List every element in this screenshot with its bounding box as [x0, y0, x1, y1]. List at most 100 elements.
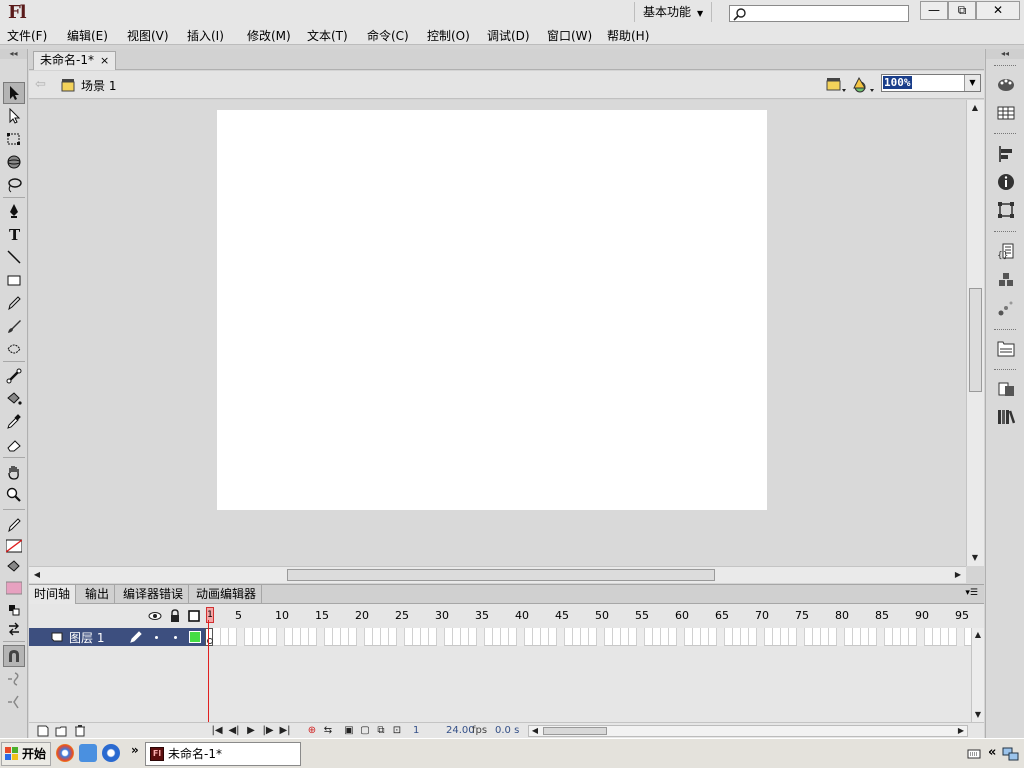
movie-explorer-panel-icon[interactable]	[996, 407, 1016, 427]
menu-edit[interactable]: 编辑(E)	[67, 27, 108, 44]
scroll-right-icon[interactable]: ▶	[955, 724, 967, 738]
timeline-horizontal-scrollbar[interactable]: ◀ ▶	[528, 725, 968, 737]
pen-tool-icon[interactable]	[3, 200, 25, 222]
deco-tool-icon[interactable]	[3, 338, 25, 360]
menu-debug[interactable]: 调试(D)	[487, 27, 530, 44]
scroll-left-icon[interactable]: ◀	[529, 724, 541, 738]
scroll-thumb[interactable]	[969, 288, 982, 392]
info-panel-icon[interactable]	[996, 172, 1016, 192]
go-to-first-frame-icon[interactable]: |◀	[210, 724, 224, 737]
help-search-input[interactable]	[729, 5, 909, 22]
tab-motion-editor[interactable]: 动画编辑器	[191, 585, 263, 604]
3d-rotation-tool-icon[interactable]	[3, 151, 25, 173]
browser-icon[interactable]	[102, 744, 120, 762]
lock-dot[interactable]	[174, 636, 177, 639]
step-back-icon[interactable]: ◀|	[227, 724, 241, 737]
fill-color-swatch[interactable]	[3, 577, 25, 599]
snap-to-objects-icon[interactable]	[3, 645, 25, 667]
panel-menu-icon[interactable]: ▾☰	[965, 588, 978, 598]
empty-keyframe[interactable]	[205, 628, 213, 646]
back-arrow-icon[interactable]: ⇦	[35, 77, 46, 92]
pencil-tool-icon[interactable]	[3, 292, 25, 314]
layer-name[interactable]: 图层 1	[69, 629, 104, 646]
swatches-panel-icon[interactable]	[996, 103, 1016, 123]
timeline-vertical-scrollbar[interactable]: ▲ ▼	[971, 628, 984, 722]
new-folder-icon[interactable]	[55, 725, 67, 737]
align-panel-icon[interactable]	[996, 144, 1016, 164]
step-forward-icon[interactable]: |▶	[261, 724, 275, 737]
close-tab-icon[interactable]: ×	[100, 54, 109, 67]
panel-group-gripper[interactable]	[994, 133, 1016, 136]
keyboard-icon[interactable]	[967, 747, 981, 761]
tab-timeline[interactable]: 时间轴	[29, 585, 77, 604]
subselection-tool-icon[interactable]	[3, 105, 25, 127]
panel-group-gripper[interactable]	[994, 231, 1016, 234]
media-player-icon[interactable]	[56, 744, 74, 762]
edit-multiple-frames-icon[interactable]: ⧉	[374, 724, 388, 737]
scroll-down-icon[interactable]: ▼	[972, 708, 984, 722]
onion-skin-outlines-icon[interactable]: ▢	[358, 724, 372, 737]
eye-icon[interactable]	[148, 609, 162, 623]
outline-color-swatch[interactable]	[189, 631, 201, 643]
center-frame-icon[interactable]: ⊕	[305, 724, 319, 737]
scroll-thumb[interactable]	[543, 727, 607, 735]
lasso-tool-icon[interactable]	[3, 174, 25, 196]
eraser-tool-icon[interactable]	[3, 434, 25, 456]
frame-ruler[interactable]: 1 5 10 15 20 25 30 35 40 45 50 55 60 65 …	[204, 604, 970, 628]
tab-output[interactable]: 输出	[80, 585, 116, 604]
loop-icon[interactable]: ⇆	[321, 724, 335, 737]
outline-icon[interactable]	[187, 609, 201, 623]
pasteboard[interactable]	[29, 100, 966, 566]
expand-arrows-icon[interactable]: ◂◂	[986, 49, 1024, 59]
layer-row[interactable]: 图层 1	[29, 628, 205, 646]
paint-bucket-tool-icon[interactable]	[3, 388, 25, 410]
menu-modify[interactable]: 修改(M)	[247, 27, 291, 44]
stroke-color-swatch[interactable]	[3, 535, 25, 557]
free-transform-tool-icon[interactable]	[3, 128, 25, 150]
taskbar-window-button[interactable]: Fl 未命名-1*	[145, 742, 301, 766]
zoom-tool-icon[interactable]	[3, 484, 25, 506]
zoom-combobox[interactable]: 100% ▼	[881, 74, 981, 92]
stage-canvas[interactable]	[217, 110, 767, 510]
panel-group-gripper[interactable]	[994, 369, 1016, 372]
swap-colors-icon[interactable]	[3, 618, 25, 640]
chevron-right-icon[interactable]: »	[131, 743, 139, 757]
scroll-up-icon[interactable]: ▲	[972, 628, 984, 642]
edit-scene-icon[interactable]	[825, 76, 847, 94]
menu-control[interactable]: 控制(O)	[427, 27, 470, 44]
modify-onion-markers-icon[interactable]: ⊡	[390, 724, 404, 737]
transform-panel-icon[interactable]	[996, 200, 1016, 220]
scroll-down-icon[interactable]: ▼	[968, 551, 982, 565]
chevron-down-icon[interactable]: ▼	[964, 75, 980, 91]
selection-tool-icon[interactable]	[3, 82, 25, 104]
close-button[interactable]: ✕	[976, 1, 1020, 20]
panel-group-gripper[interactable]	[994, 329, 1016, 332]
scroll-up-icon[interactable]: ▲	[968, 101, 982, 115]
new-layer-icon[interactable]	[37, 725, 49, 737]
frame-rate-value[interactable]: 24.00	[446, 725, 475, 736]
menu-insert[interactable]: 插入(I)	[187, 27, 224, 44]
scroll-right-icon[interactable]: ▶	[951, 568, 965, 582]
internet-explorer-icon[interactable]	[79, 744, 97, 762]
stage-horizontal-scrollbar[interactable]: ◀ ▶	[29, 566, 966, 583]
actions-panel-icon[interactable]: {}	[996, 242, 1016, 262]
library-panel-icon[interactable]	[996, 339, 1016, 359]
zoom-value[interactable]: 100%	[883, 76, 912, 89]
stage-vertical-scrollbar[interactable]: ▲ ▼	[966, 100, 984, 566]
menu-window[interactable]: 窗口(W)	[547, 27, 592, 44]
menu-help[interactable]: 帮助(H)	[607, 27, 649, 44]
motion-presets-panel-icon[interactable]	[996, 298, 1016, 318]
edit-symbols-icon[interactable]	[853, 76, 875, 94]
scroll-thumb[interactable]	[287, 569, 715, 581]
bone-tool-icon[interactable]	[3, 365, 25, 387]
collapse-arrows-icon[interactable]: ◂◂	[0, 49, 27, 59]
menu-text[interactable]: 文本(T)	[307, 27, 348, 44]
hand-tool-icon[interactable]	[3, 461, 25, 483]
restore-button[interactable]: ⧉	[948, 1, 976, 20]
tab-compiler-errors[interactable]: 编译器错误	[118, 585, 190, 604]
scene-label[interactable]: 场景 1	[81, 77, 116, 94]
workspace-selector[interactable]: 基本功能 ▼	[634, 2, 713, 22]
fill-color-bucket-icon[interactable]	[3, 556, 25, 578]
start-button[interactable]: 开始	[1, 742, 51, 766]
menu-file[interactable]: 文件(F)	[7, 27, 47, 44]
